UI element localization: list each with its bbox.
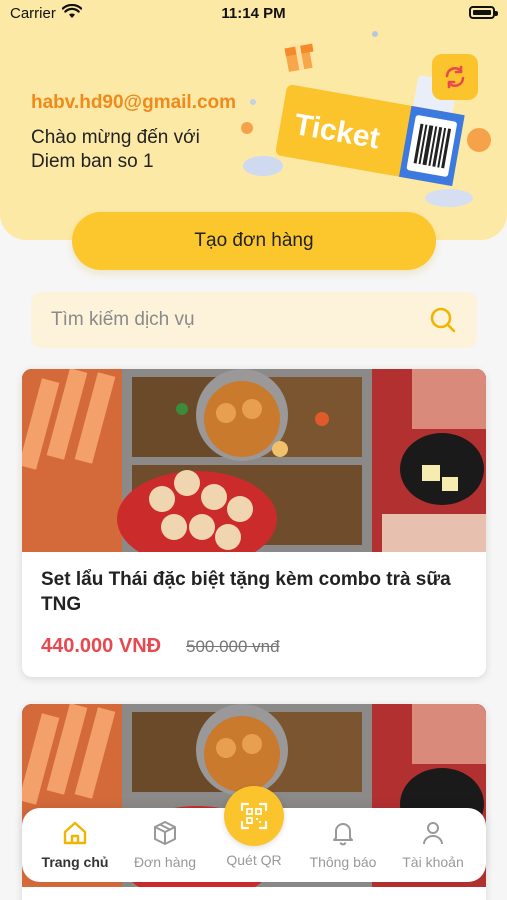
product-price: 440.000 VNĐ: [41, 635, 162, 657]
product-card[interactable]: Set lẩu Thái đặc biệt tặng kèm combo trà…: [22, 369, 486, 677]
nav-item-home[interactable]: Trang chủ: [30, 818, 120, 870]
nav-item-account[interactable]: Tài khoản: [388, 818, 478, 870]
product-image: [22, 369, 486, 552]
product-title: Set lẩu Thái đặc biệt tặng kèm combo trà…: [41, 569, 451, 615]
welcome-line-2: Diem ban so 1: [31, 151, 154, 172]
welcome-line-1: Chào mừng đến với: [31, 127, 200, 148]
app-screen: Carrier 11:14 PM habv.hd90@gmail.com Chà…: [0, 0, 507, 900]
search-input[interactable]: Tìm kiếm dịch vụ: [51, 309, 195, 331]
refresh-button[interactable]: [432, 54, 478, 100]
create-order-button[interactable]: Tạo đơn hàng: [72, 212, 436, 270]
qr-scan-button[interactable]: [224, 786, 284, 846]
search-bar[interactable]: Tìm kiếm dịch vụ: [31, 292, 477, 348]
home-icon: [63, 821, 87, 845]
nav-label-notifications: Thông báo: [309, 854, 377, 870]
nav-label-qr: Quét QR: [226, 852, 282, 868]
nav-item-orders[interactable]: Đơn hàng: [120, 818, 210, 870]
user-icon: [423, 822, 443, 845]
refresh-icon: [445, 65, 465, 89]
nav-label-account: Tài khoản: [402, 854, 464, 870]
nav-item-notifications[interactable]: Thông báo: [298, 818, 388, 870]
header: Carrier 11:14 PM habv.hd90@gmail.com Chà…: [0, 0, 507, 240]
search-icon[interactable]: [429, 306, 457, 334]
nav-label-home: Trang chủ: [41, 854, 109, 870]
user-email: habv.hd90@gmail.com: [31, 92, 237, 113]
bottom-nav: Trang chủ Đơn hàng Quét QR Thông báo Tài…: [22, 786, 486, 882]
status-time: 11:14 PM: [221, 5, 286, 22]
welcome-text: Chào mừng đến với Diem ban so 1: [31, 126, 200, 174]
nav-label-orders: Đơn hàng: [133, 854, 197, 870]
battery-icon: [469, 6, 498, 19]
product-old-price: 500.000 vnđ: [186, 637, 280, 656]
qr-scan-icon: [240, 802, 268, 830]
status-bar: Carrier 11:14 PM: [0, 0, 507, 28]
bell-icon: [333, 823, 353, 846]
box-icon: [154, 821, 176, 845]
